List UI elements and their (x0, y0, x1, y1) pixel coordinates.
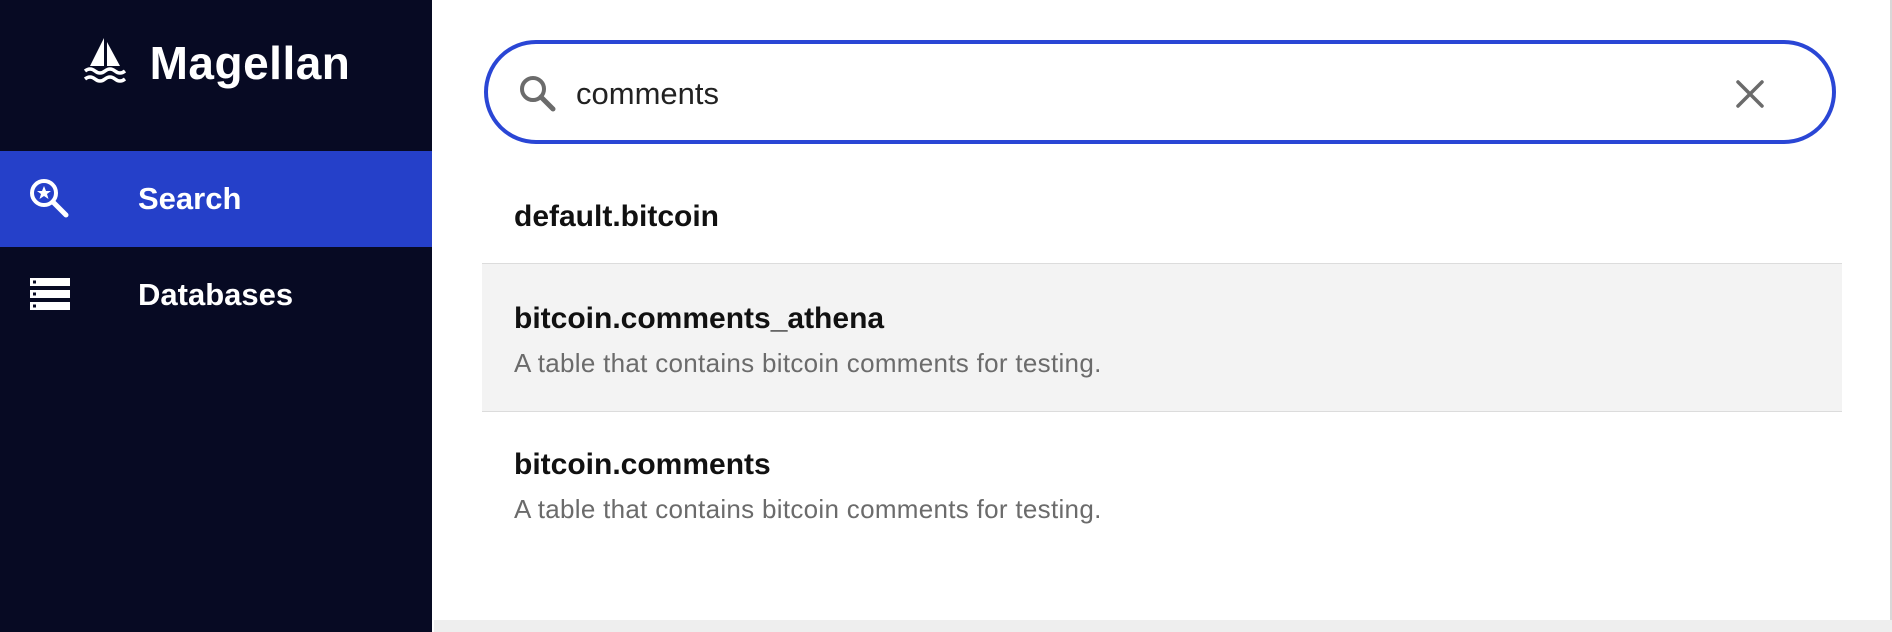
scrollbar-track[interactable] (434, 620, 1892, 632)
result-name: bitcoin.comments (514, 448, 771, 481)
result-name: default.bitcoin (514, 200, 719, 233)
search-input[interactable] (576, 66, 1676, 122)
search-result-item[interactable]: default.bitcoin (482, 182, 1842, 264)
sidebar: Magellan Search Databases (0, 0, 432, 632)
search-bar[interactable] (484, 40, 1836, 144)
sidebar-item-search[interactable]: Search (0, 151, 432, 247)
search-result-item[interactable]: bitcoin.comments_athena A table that con… (482, 264, 1842, 412)
database-list-icon (28, 273, 72, 317)
result-name: bitcoin.comments_athena (514, 302, 885, 335)
sidebar-item-label: Search (138, 181, 242, 216)
sailboat-icon (82, 36, 128, 91)
app-title: Magellan (149, 37, 351, 89)
search-result-item[interactable]: bitcoin.comments A table that contains b… (482, 412, 1842, 552)
sidebar-item-databases[interactable]: Databases (0, 247, 432, 343)
search-star-icon (28, 177, 72, 221)
result-description: A table that contains bitcoin comments f… (514, 494, 1102, 524)
result-description: A table that contains bitcoin comments f… (514, 348, 1102, 378)
search-icon (518, 74, 558, 114)
close-icon[interactable] (1734, 78, 1766, 110)
sidebar-item-label: Databases (138, 277, 294, 312)
brand[interactable]: Magellan (0, 28, 432, 98)
